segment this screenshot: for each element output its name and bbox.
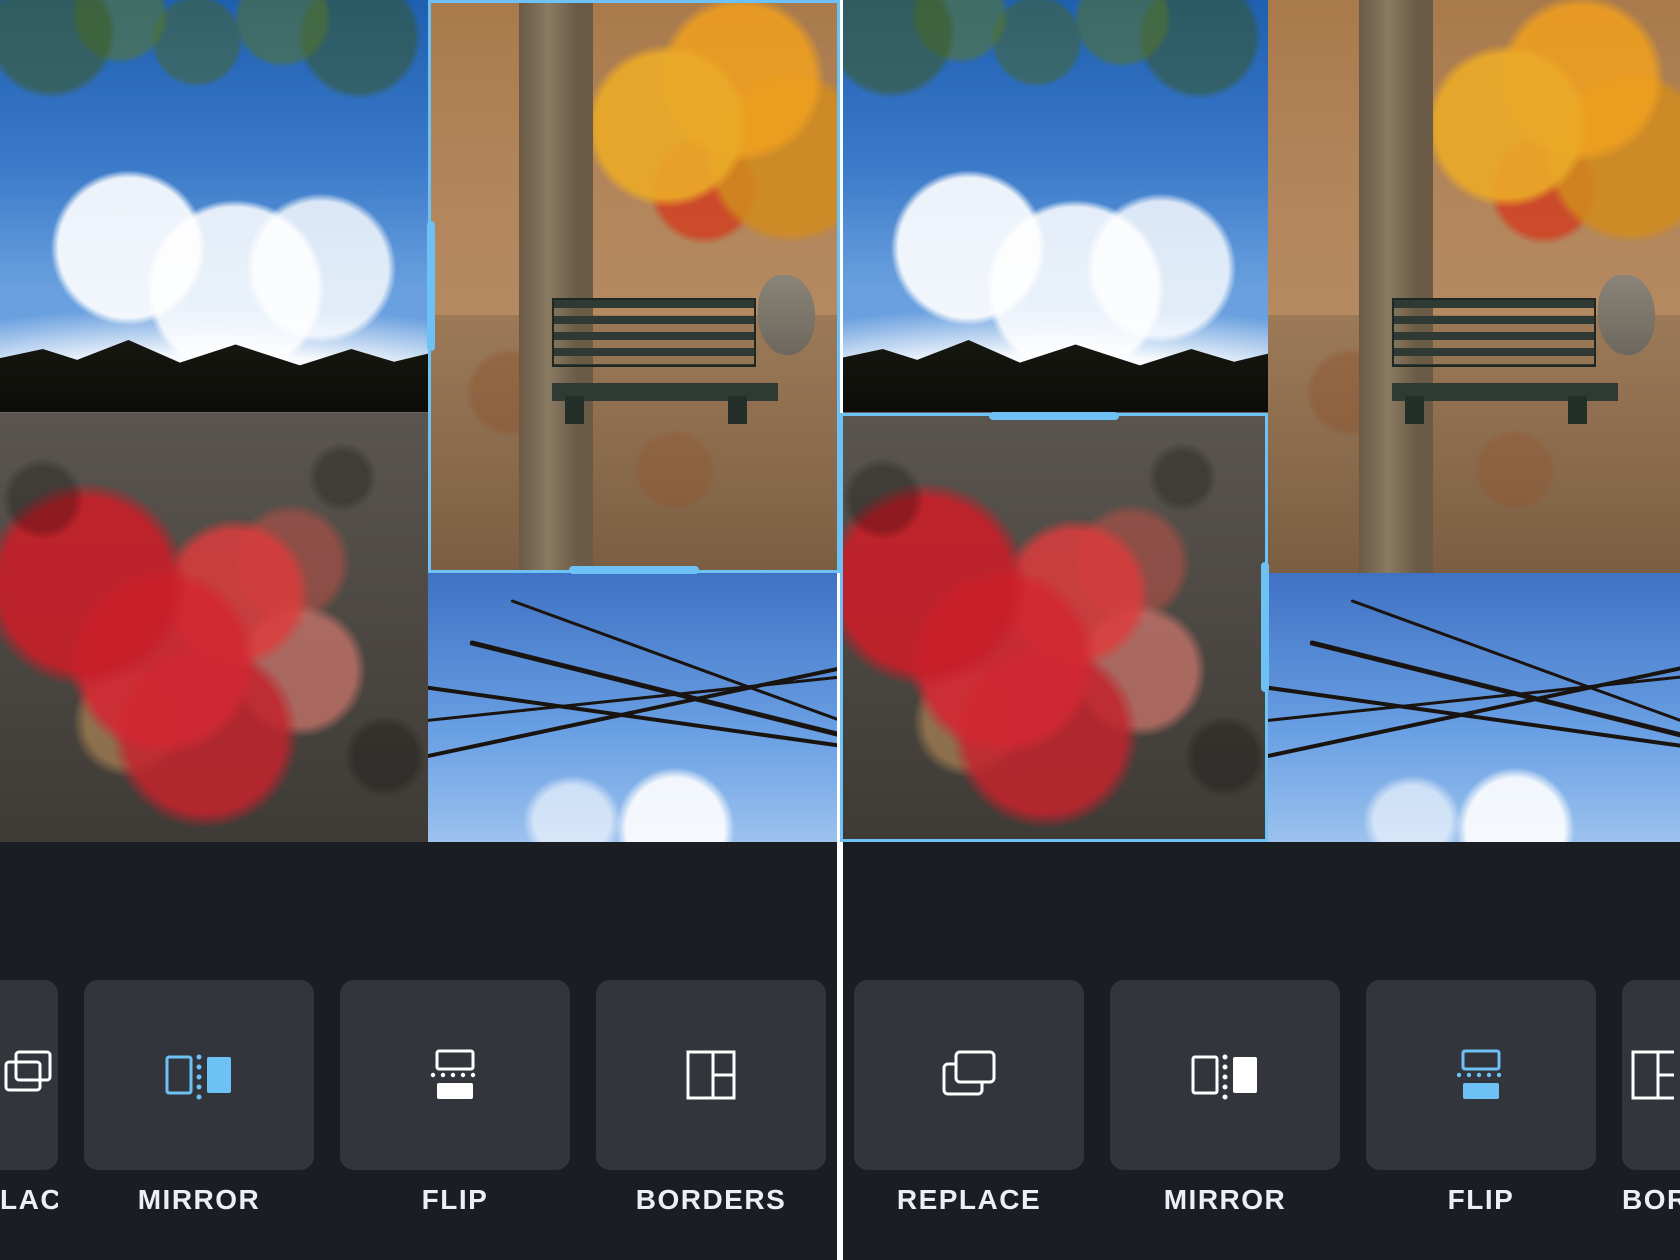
replace-label: LACE — [0, 1184, 58, 1240]
borders-button[interactable] — [596, 980, 826, 1170]
collage-cell-bench[interactable] — [428, 0, 840, 573]
borders-icon — [1628, 1047, 1674, 1103]
mirror-label: MIRROR — [1110, 1184, 1340, 1240]
collage-canvas[interactable] — [840, 0, 1680, 842]
collage-cell-sky[interactable] — [840, 0, 1268, 413]
collage-cell-red-leaves[interactable] — [840, 413, 1268, 842]
mirror-icon — [1189, 1047, 1261, 1103]
replace-button[interactable] — [0, 980, 58, 1170]
screenshot-left: LACE MIRROR FLIP BORDERS — [0, 0, 840, 1260]
replace-label: REPLACE — [854, 1184, 1084, 1240]
flip-icon — [425, 1045, 485, 1105]
replace-icon — [940, 1048, 998, 1102]
collage-cell-branches[interactable] — [1268, 573, 1680, 842]
collage-cell-sky[interactable] — [0, 0, 428, 413]
collage-canvas[interactable] — [0, 0, 840, 842]
mirror-button[interactable] — [84, 980, 314, 1170]
flip-button[interactable] — [1366, 980, 1596, 1170]
collage-cell-bench[interactable] — [1268, 0, 1680, 573]
mirror-label: MIRROR — [84, 1184, 314, 1240]
borders-icon — [683, 1047, 739, 1103]
panel-divider — [837, 0, 843, 1260]
borders-label: BORDERS — [596, 1184, 826, 1240]
edit-toolbar: LACE MIRROR FLIP BORDERS — [0, 842, 840, 1260]
collage-cell-branches[interactable] — [428, 573, 840, 842]
mirror-icon — [163, 1047, 235, 1103]
collage-cell-red-leaves[interactable] — [0, 413, 428, 842]
flip-label: FLIP — [1366, 1184, 1596, 1240]
screenshot-right: REPLACE MIRROR FLIP BORDERS — [840, 0, 1680, 1260]
flip-icon — [1451, 1045, 1511, 1105]
replace-button[interactable] — [854, 980, 1084, 1170]
edit-toolbar: REPLACE MIRROR FLIP BORDERS — [840, 842, 1680, 1260]
mirror-button[interactable] — [1110, 980, 1340, 1170]
flip-label: FLIP — [340, 1184, 570, 1240]
flip-button[interactable] — [340, 980, 570, 1170]
borders-button[interactable] — [1622, 980, 1680, 1170]
borders-label: BORDERS — [1622, 1184, 1680, 1240]
replace-icon — [2, 1048, 56, 1102]
